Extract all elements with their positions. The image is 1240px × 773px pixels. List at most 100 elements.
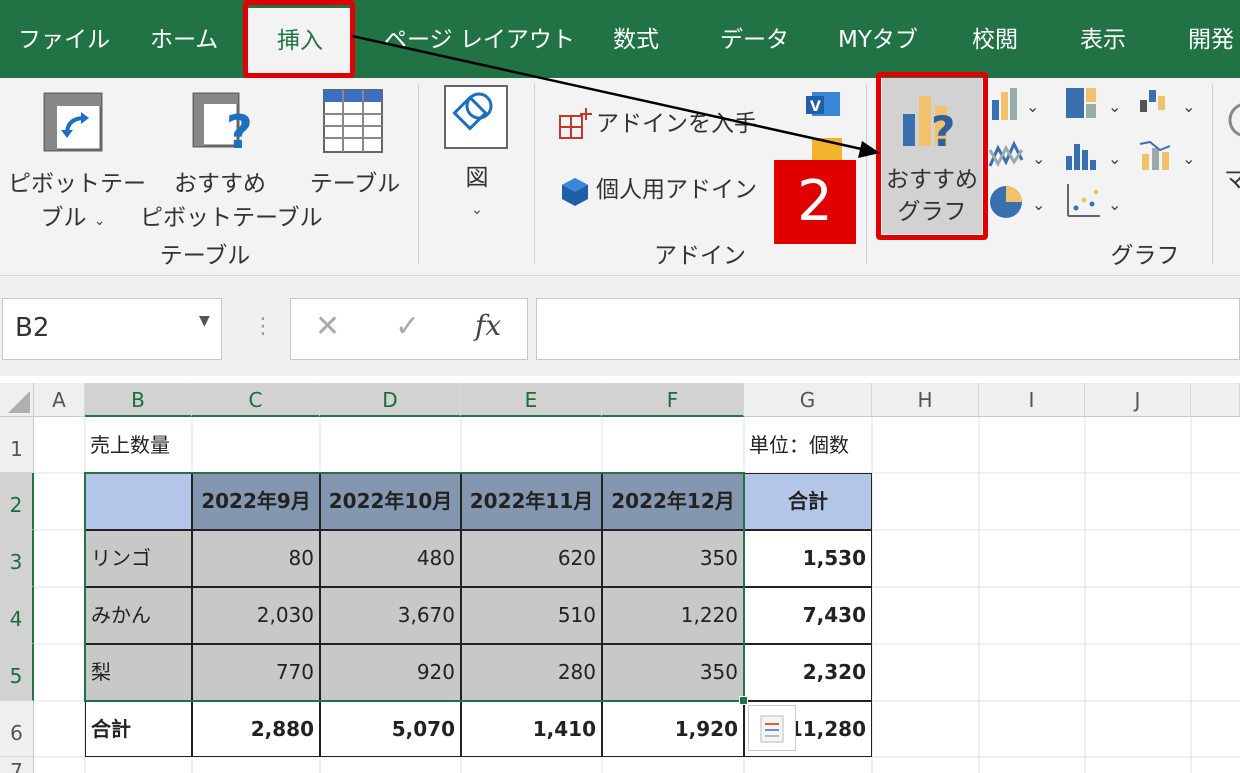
column-header-c[interactable]: C [192, 383, 320, 417]
column-header-b[interactable]: B [85, 383, 192, 417]
row-label-cell[interactable]: みかん [85, 587, 192, 644]
illustrations-button[interactable]: 図 ⌄ [430, 82, 524, 222]
visio-icon[interactable]: V [806, 88, 844, 122]
column-header-i[interactable]: I [979, 383, 1085, 417]
pie-chart-icon[interactable]: ⌄ [988, 182, 1048, 222]
personal-addins-label: 個人用アドイン [596, 177, 757, 203]
table-icon [323, 89, 383, 153]
tab-formulas[interactable]: 数式 [613, 20, 659, 60]
data-cell[interactable]: 3,670 [320, 587, 461, 644]
name-box[interactable]: B2 ▼ [2, 298, 222, 360]
table-header-cell[interactable]: 2022年9月 [192, 473, 320, 530]
data-cell[interactable]: 2,030 [192, 587, 320, 644]
table-header-cell[interactable]: 2022年12月 [602, 473, 744, 530]
svg-text:?: ? [226, 105, 253, 158]
select-all-corner[interactable] [0, 383, 34, 417]
shapes-icon [444, 85, 508, 149]
table-button[interactable]: テーブル [300, 86, 410, 206]
column-header-a[interactable]: A [34, 383, 85, 417]
data-cell[interactable]: 510 [461, 587, 602, 644]
data-cell[interactable]: 80 [192, 530, 320, 587]
column-header-g[interactable]: G [744, 383, 872, 417]
tab-developer[interactable]: 開発 [1188, 20, 1234, 60]
get-addins-button[interactable]: アドインを入手 [556, 106, 766, 146]
combo-chart-icon[interactable]: ⌄ [1138, 138, 1198, 174]
svg-text:⌄: ⌄ [1026, 97, 1039, 116]
column-header-d[interactable]: D [320, 383, 461, 417]
data-cell[interactable]: 770 [192, 644, 320, 701]
total-cell[interactable]: 2,320 [744, 644, 872, 701]
tab-my-tab[interactable]: MYタブ [838, 20, 918, 60]
recommended-pivot-table-button[interactable]: ? おすすめ ピボットテーブル [140, 86, 323, 236]
row-header-2[interactable]: 2 [0, 473, 34, 530]
drag-handle-icon[interactable]: ⋮ [252, 314, 274, 339]
data-cell[interactable]: 920 [320, 644, 461, 701]
scatter-chart-icon[interactable]: ⌄ [1064, 182, 1124, 222]
data-cell[interactable]: 1,220 [602, 587, 744, 644]
waterfall-chart-icon[interactable]: ⌄ [1138, 86, 1198, 122]
row-label-cell[interactable]: 梨 [85, 644, 192, 701]
column-header-k[interactable] [1191, 383, 1240, 417]
data-cell[interactable]: 480 [320, 530, 461, 587]
chevron-down-icon[interactable]: ▼ [199, 313, 210, 329]
insert-function-icon[interactable]: fx [475, 309, 501, 342]
personal-addins-button[interactable]: 個人用アドイン [556, 172, 766, 212]
tab-home[interactable]: ホーム [150, 20, 218, 60]
total-cell[interactable]: 1,530 [744, 530, 872, 587]
column-header-e[interactable]: E [461, 383, 602, 417]
data-cell[interactable]: 350 [602, 644, 744, 701]
data-cell[interactable]: 620 [461, 530, 602, 587]
cancel-icon[interactable]: ✕ [315, 309, 340, 344]
total-cell[interactable]: 5,070 [320, 701, 461, 757]
formula-input[interactable] [536, 298, 1240, 360]
line-chart-icon[interactable]: ⌄ [988, 138, 1048, 174]
tab-file[interactable]: ファイル [18, 20, 110, 60]
name-box-value: B2 [15, 313, 50, 343]
maps-icon[interactable] [1226, 100, 1240, 140]
data-cell[interactable]: 350 [602, 530, 744, 587]
row-header-5[interactable]: 5 [0, 644, 34, 701]
tab-review[interactable]: 校閲 [972, 20, 1018, 60]
pivot-table-icon [43, 92, 103, 152]
row-label-cell[interactable]: 合計 [85, 701, 192, 757]
tab-data[interactable]: データ [720, 20, 789, 60]
tab-view[interactable]: 表示 [1080, 20, 1126, 60]
data-cell[interactable]: 280 [461, 644, 602, 701]
recommended-charts-highlight [876, 72, 988, 240]
svg-text:⌄: ⌄ [1108, 149, 1121, 168]
row-header-1[interactable]: 1 [0, 417, 34, 473]
table-header-cell[interactable]: 合計 [744, 473, 872, 530]
svg-text:⌄: ⌄ [1108, 97, 1121, 116]
group-label-addins: アドイン [654, 243, 746, 269]
row-label-cell[interactable]: リンゴ [85, 530, 192, 587]
column-header-j[interactable]: J [1085, 383, 1191, 417]
tab-page-layout[interactable]: ページ レイアウト [384, 20, 575, 60]
formula-buttons: ✕ ✓ fx [290, 298, 528, 360]
row-header-3[interactable]: 3 [0, 530, 34, 587]
quick-analysis-button[interactable] [748, 705, 796, 751]
table-header-cell[interactable]: 2022年11月 [461, 473, 602, 530]
column-header-h[interactable]: H [872, 383, 979, 417]
table-corner-cell[interactable] [85, 473, 192, 530]
total-cell[interactable]: 2,880 [192, 701, 320, 757]
table-header-cell[interactable]: 2022年10月 [320, 473, 461, 530]
chevron-down-icon: ⌄ [471, 202, 483, 218]
ribbon-insert: ピボットテー ブル ⌄ ? おすすめ ピボットテーブル テーブル テーブル 図 … [0, 72, 1240, 276]
check-icon[interactable]: ✓ [395, 309, 420, 344]
row-header-4[interactable]: 4 [0, 587, 34, 644]
total-cell[interactable]: 1,920 [602, 701, 744, 757]
svg-text:⌄: ⌄ [1032, 149, 1045, 168]
svg-text:⌄: ⌄ [1032, 195, 1045, 214]
row-header-7[interactable]: 7 [0, 757, 34, 773]
statistic-chart-icon[interactable]: ⌄ [1064, 138, 1124, 174]
cell-b1[interactable]: 売上数量 [85, 417, 192, 473]
total-cell[interactable]: 1,410 [461, 701, 602, 757]
cell-g1[interactable]: 単位：個数 [744, 417, 872, 473]
hierarchy-chart-icon[interactable]: ⌄ [1064, 86, 1124, 122]
fill-handle[interactable] [739, 696, 748, 705]
row-header-6[interactable]: 6 [0, 701, 34, 757]
total-cell[interactable]: 7,430 [744, 587, 872, 644]
column-header-f[interactable]: F [602, 383, 744, 417]
pivot-table-button[interactable]: ピボットテー ブル ⌄ [8, 86, 146, 236]
column-chart-icon[interactable]: ⌄ [990, 86, 1040, 122]
